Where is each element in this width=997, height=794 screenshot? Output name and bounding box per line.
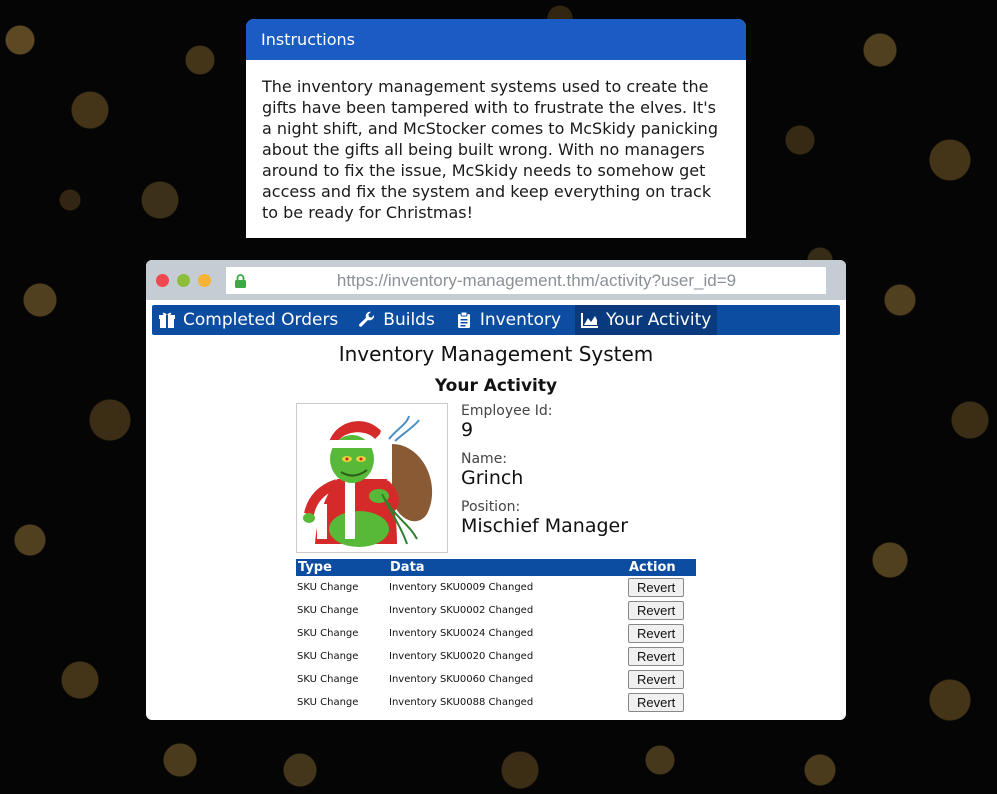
browser-window: https://inventory-management.thm/activit… <box>146 260 846 720</box>
name-value: Grinch <box>461 467 524 489</box>
nav-completed-orders[interactable]: Completed Orders <box>152 305 344 335</box>
avatar <box>296 403 448 553</box>
table-row: SKU Change Inventory SKU0002 Changed Rev… <box>296 599 696 622</box>
table-row: SKU Change Inventory SKU0024 Changed Rev… <box>296 622 696 645</box>
cell-data: Inventory SKU0088 Changed <box>389 697 534 708</box>
page-subtitle: Your Activity <box>434 376 558 396</box>
grinch-avatar-image <box>303 415 433 547</box>
position-label: Position: <box>461 499 521 515</box>
cell-data: Inventory SKU0024 Changed <box>389 628 534 639</box>
revert-button[interactable]: Revert <box>628 624 685 643</box>
chart-icon <box>581 313 599 328</box>
instructions-body: The inventory management systems used to… <box>262 77 718 222</box>
cell-data: Inventory SKU0020 Changed <box>389 651 534 662</box>
header-action: Action <box>627 559 696 576</box>
lock-icon <box>235 273 246 288</box>
cell-type: SKU Change <box>297 628 359 639</box>
table-header-row: Type Data Action <box>296 559 696 576</box>
revert-button[interactable]: Revert <box>628 647 685 666</box>
close-window-dot[interactable] <box>156 274 169 287</box>
table-row: SKU Change Inventory SKU0009 Changed Rev… <box>296 576 696 599</box>
header-data: Data <box>388 559 627 576</box>
revert-button[interactable]: Revert <box>628 601 685 620</box>
employee-id-value: 9 <box>461 419 474 441</box>
browser-chrome: https://inventory-management.thm/activit… <box>146 260 846 300</box>
profile-info: Employee Id: 9 Name: Grinch Position: Mi… <box>461 403 628 547</box>
gift-icon <box>159 312 175 328</box>
revert-button[interactable]: Revert <box>628 693 685 712</box>
cell-data: Inventory SKU0002 Changed <box>389 605 534 616</box>
name-label: Name: <box>461 451 508 467</box>
main-nav: Completed Orders Builds Inventory Your A… <box>152 305 840 335</box>
cell-type: SKU Change <box>297 651 359 662</box>
cell-data: Inventory SKU0060 Changed <box>389 674 534 685</box>
instructions-panel: Instructions The inventory management sy… <box>246 19 746 238</box>
table-row: SKU Change Inventory SKU0020 Changed Rev… <box>296 645 696 668</box>
wrench-icon <box>359 311 375 327</box>
employee-id-label: Employee Id: <box>461 403 553 419</box>
clipboard-icon <box>457 311 470 328</box>
header-type: Type <box>296 559 388 576</box>
minimize-window-dot[interactable] <box>198 274 211 287</box>
cell-type: SKU Change <box>297 582 359 593</box>
cell-type: SKU Change <box>297 697 359 708</box>
cell-type: SKU Change <box>297 605 359 616</box>
nav-label: Inventory <box>479 310 562 330</box>
maximize-window-dot[interactable] <box>177 274 190 287</box>
position-value: Mischief Manager <box>461 515 629 537</box>
nav-inventory[interactable]: Inventory <box>449 305 567 335</box>
activity-table: Type Data Action SKU Change Inventory SK… <box>296 559 696 714</box>
nav-label: Completed Orders <box>183 310 339 330</box>
table-row: SKU Change Inventory SKU0060 Changed Rev… <box>296 668 696 691</box>
cell-data: Inventory SKU0009 Changed <box>389 582 534 593</box>
nav-builds[interactable]: Builds <box>352 305 441 335</box>
nav-label: Builds <box>383 310 435 330</box>
cell-type: SKU Change <box>297 674 359 685</box>
instructions-title: Instructions <box>246 19 746 60</box>
table-row: SKU Change Inventory SKU0088 Changed Rev… <box>296 691 696 714</box>
app-title: Inventory Management System <box>338 342 654 366</box>
revert-button[interactable]: Revert <box>628 670 685 689</box>
nav-your-activity[interactable]: Your Activity <box>575 305 718 335</box>
address-bar[interactable]: https://inventory-management.thm/activit… <box>226 267 826 294</box>
url-text: https://inventory-management.thm/activit… <box>336 270 737 290</box>
revert-button[interactable]: Revert <box>628 578 685 597</box>
nav-label: Your Activity <box>606 310 712 330</box>
